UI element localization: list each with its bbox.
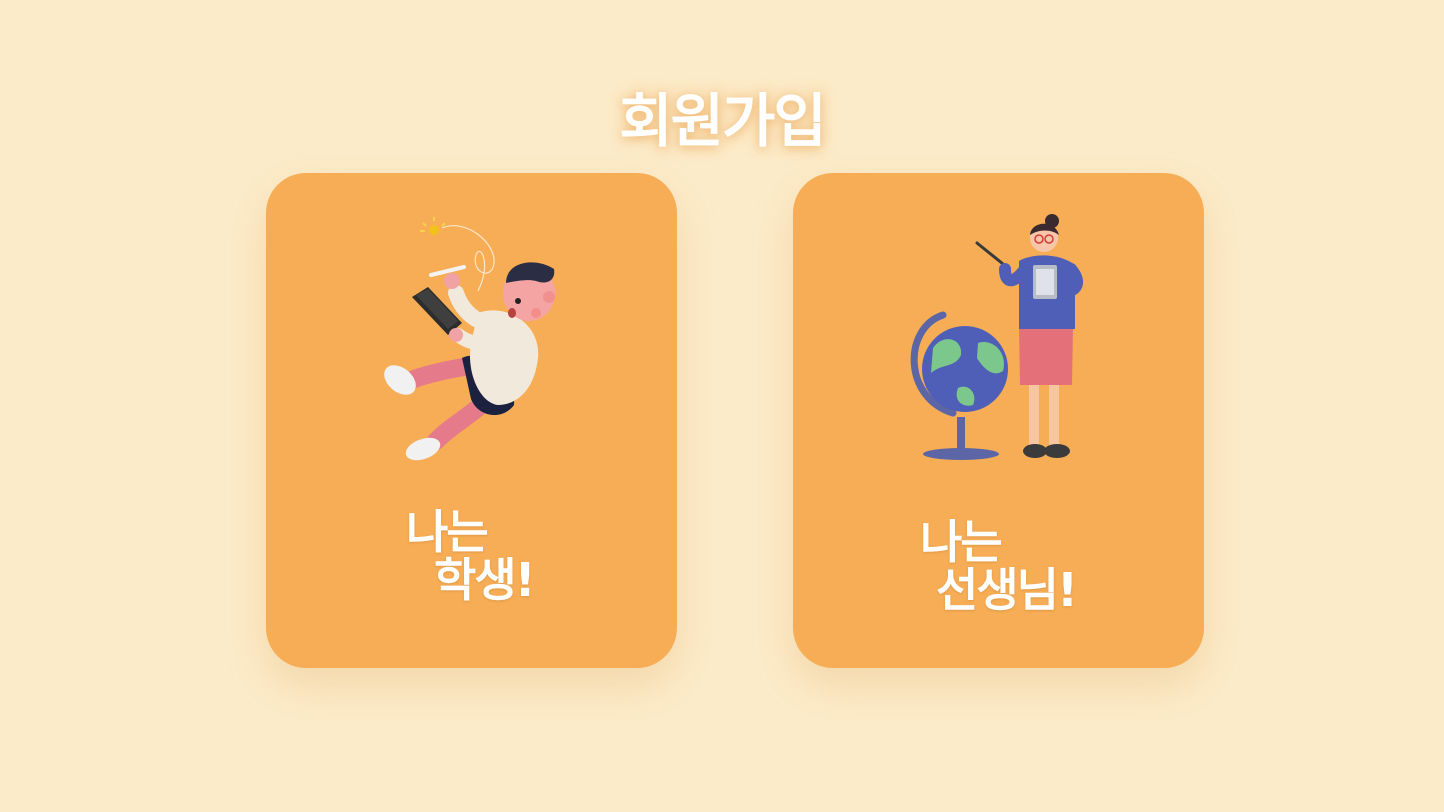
- teacher-signup-card[interactable]: 나는 선생님!: [793, 173, 1204, 668]
- student-signup-card[interactable]: 나는 학생!: [266, 173, 677, 668]
- student-label-line1: 나는: [406, 505, 489, 559]
- teacher-label-line1: 나는: [920, 515, 1003, 569]
- lightbulb-icon: [420, 217, 446, 235]
- teacher-illustration: [910, 214, 1083, 460]
- student-label-line2: 학생!: [434, 553, 536, 607]
- student-illustration: [384, 217, 555, 461]
- student-label: 나는 학생!: [406, 505, 536, 607]
- page-title: 회원가입: [619, 87, 826, 155]
- globe-icon: [910, 311, 1008, 460]
- teacher-label: 나는 선생님!: [920, 515, 1078, 617]
- teacher-label-line2: 선생님!: [936, 563, 1078, 617]
